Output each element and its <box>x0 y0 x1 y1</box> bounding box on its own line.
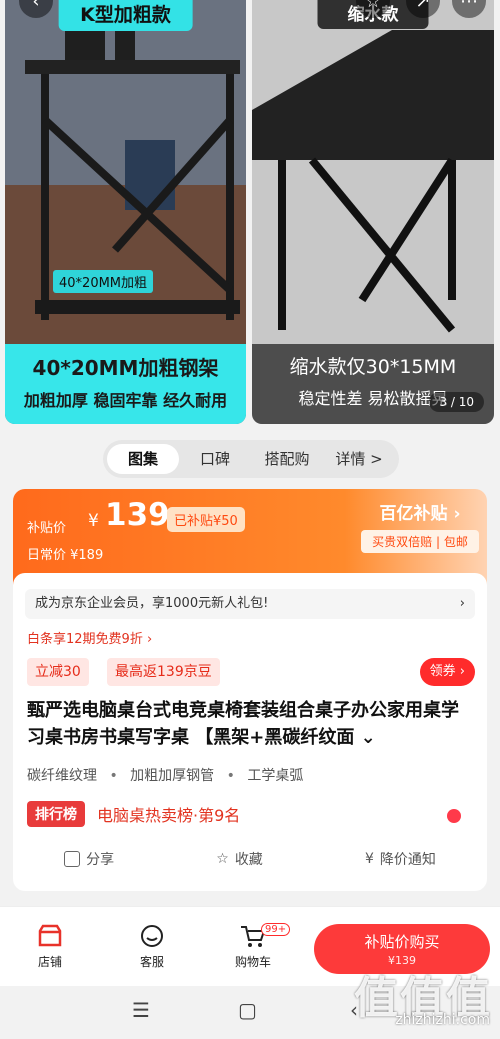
yen-icon: ¥ <box>364 851 374 867</box>
store-button[interactable]: 店铺 <box>20 919 80 970</box>
left-caption-sub: 加粗加厚 稳固牢靠 经久耐用 <box>23 391 228 410</box>
favorite-label: 收藏 <box>234 852 263 868</box>
product-title[interactable]: 甄严选电脑桌台式电竞桌椅套装组合桌子办公家用桌学习桌书房书桌写字桌 【黑架+黑碳… <box>27 697 475 751</box>
tab-reviews[interactable]: 口碑 <box>179 444 251 474</box>
feature-item: 碳纤维纹理 <box>27 768 97 784</box>
tab-details[interactable]: 详情 > <box>323 444 395 474</box>
section-tabs: 图集 口碑 搭配购 详情 > <box>103 440 399 478</box>
feature-item: 工学桌弧 <box>247 768 304 784</box>
tab-bundle[interactable]: 搭配购 <box>251 444 323 474</box>
desk-photo-right <box>252 0 494 344</box>
feature-list: 碳纤维纹理 • 加粗加厚钢管 • 工学桌弧 <box>27 768 304 784</box>
daily-price: 日常价 ¥189 <box>27 548 104 563</box>
billion-subsidy-box[interactable]: 百亿补贴 › 买贵双倍赔 | 包邮 <box>361 499 479 553</box>
store-label: 店铺 <box>37 955 62 969</box>
left-caption-main: 40*20MM加粗钢架 <box>32 356 219 380</box>
gallery-image-left[interactable]: K型加粗款 40*20MM加粗 40*20MM加粗钢架 加粗加厚 稳固牢靠 经久… <box>5 0 246 424</box>
tab-gallery[interactable]: 图集 <box>107 444 179 474</box>
site-watermark-url: zhizhizhi.com <box>395 1012 490 1028</box>
subsidy-price: 139 <box>105 497 170 533</box>
ranking-text: 电脑桌热卖榜·第9名 <box>97 806 241 825</box>
ranking-badge: 排行榜 <box>27 801 85 827</box>
service-button[interactable]: 客服 <box>122 919 182 970</box>
billion-subsidy-title: 百亿补贴 › <box>379 504 461 524</box>
action-row: 分享 ☆ 收藏 ¥ 降价通知 <box>13 849 487 869</box>
currency-symbol: ¥ <box>88 511 99 531</box>
share-action[interactable]: 分享 <box>64 849 114 869</box>
subsidy-price-label: 补贴价 <box>27 521 67 536</box>
price-alert-label: 降价通知 <box>379 852 436 868</box>
product-page: K型加粗款 40*20MM加粗 40*20MM加粗钢架 加粗加厚 稳固牢靠 经久… <box>0 0 500 1039</box>
left-top-banner: K型加粗款 <box>58 0 193 31</box>
subsidy-badge: 已补贴¥50 <box>167 507 245 532</box>
image-gallery[interactable]: K型加粗款 40*20MM加粗 40*20MM加粗钢架 加粗加厚 稳固牢靠 经久… <box>0 0 500 424</box>
feature-item: 加粗加厚钢管 <box>130 768 215 784</box>
product-info: 成为京东企业会员，享1000元新人礼包! › 白条享12期免费9折 › 立减30… <box>13 573 487 891</box>
gallery-image-right[interactable]: 缩水款 缩水款仅30*15MM 稳定性差 易松散摇晃 ☆ ↗ ⋯ <box>252 0 494 424</box>
share-icon <box>64 851 81 867</box>
cart-label: 购物车 <box>234 955 271 969</box>
ranking-arrow-icon[interactable] <box>447 809 461 823</box>
member-promo[interactable]: 成为京东企业会员，享1000元新人礼包! › <box>25 589 475 619</box>
star-icon: ☆ <box>216 851 229 867</box>
discount-chip[interactable]: 立减30 <box>27 658 89 686</box>
service-label: 客服 <box>139 955 164 969</box>
cart-badge: 99+ <box>261 923 291 936</box>
price-alert-action[interactable]: ¥ 降价通知 <box>365 849 436 869</box>
member-promo-text: 成为京东企业会员，享1000元新人礼包! <box>35 596 269 611</box>
share-label: 分享 <box>86 852 115 868</box>
get-coupon-button[interactable]: 领券 › <box>419 658 475 686</box>
right-caption-main: 缩水款仅30*15MM <box>289 356 457 378</box>
store-icon <box>20 919 80 953</box>
beans-chip[interactable]: 最高返139京豆 <box>107 658 220 686</box>
buy-label: 补贴价购买 <box>364 933 440 951</box>
chevron-right-icon: › <box>459 596 465 611</box>
cart-button[interactable]: 99+ 购物车 <box>223 919 291 970</box>
baitiao-installment[interactable]: 白条享12期免费9折 › <box>27 628 152 647</box>
ranking-row[interactable]: 排行榜 电脑桌热卖榜·第9名 <box>27 801 240 827</box>
customer-service-icon <box>122 919 182 953</box>
thickness-tag: 40*20MM加粗 <box>53 270 154 293</box>
image-counter: 3 / 10 <box>429 392 484 412</box>
favorite-action[interactable]: ☆ 收藏 <box>216 849 263 869</box>
left-caption: 40*20MM加粗钢架 加粗加厚 稳固牢靠 经久耐用 <box>5 344 246 424</box>
menu-icon[interactable]: ☰ <box>132 998 150 1022</box>
right-caption: 缩水款仅30*15MM 稳定性差 易松散摇晃 <box>252 344 494 424</box>
home-icon[interactable]: ▢ <box>238 998 257 1022</box>
guarantee-label: 买贵双倍赔 | 包邮 <box>361 530 479 553</box>
